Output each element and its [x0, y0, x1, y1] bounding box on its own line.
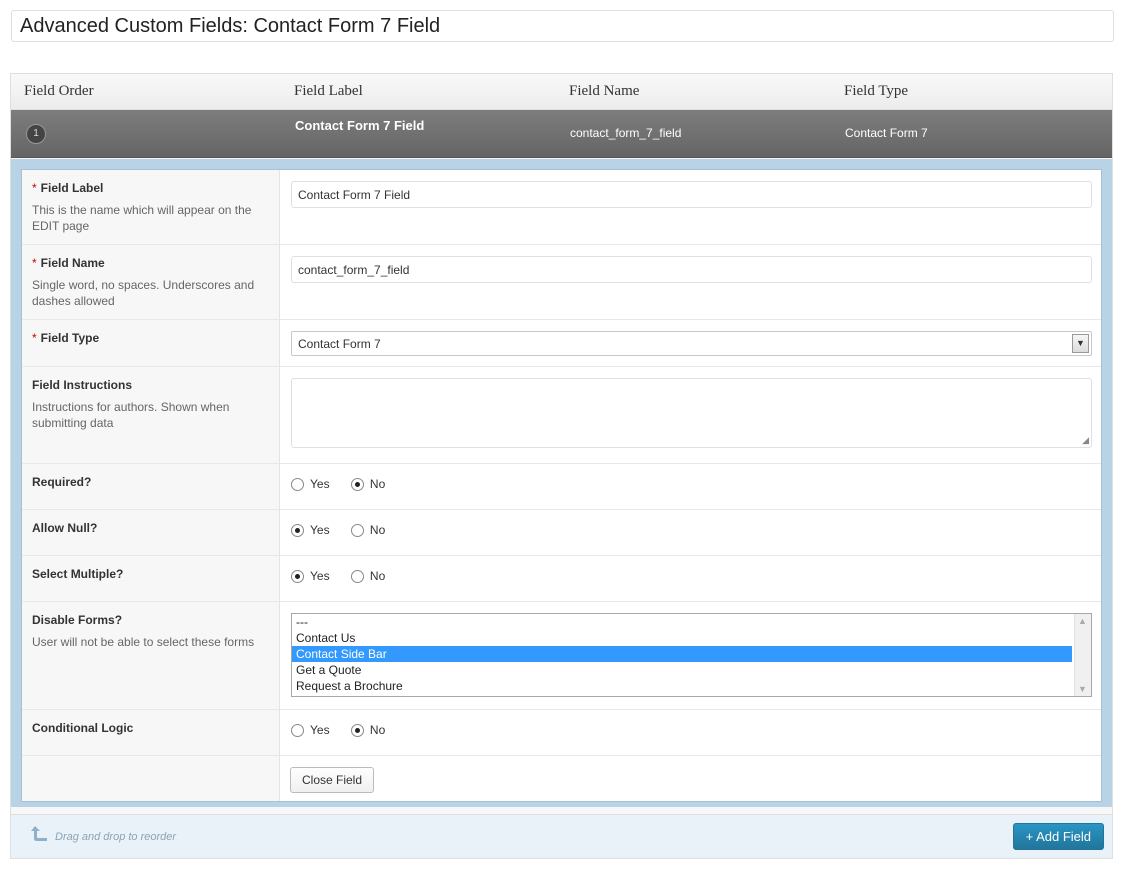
field-label-label: * Field Label: [32, 181, 104, 195]
radio-icon[interactable]: [291, 723, 304, 737]
field-instructions-textarea[interactable]: ◢: [291, 378, 1092, 448]
required-no-radio[interactable]: No: [350, 477, 385, 491]
radio-selected-icon[interactable]: [350, 723, 364, 737]
radio-icon[interactable]: [291, 477, 304, 491]
field-instructions-label: Field Instructions: [32, 378, 133, 392]
row-close: Close Field: [22, 756, 1101, 803]
row-disable-forms: Disable Forms? User will not be able to …: [22, 602, 1101, 710]
field-row-name: contact_form_7_field: [570, 126, 682, 140]
listbox-option[interactable]: Get a Quote: [292, 662, 1072, 678]
listbox-option-selected[interactable]: Contact Side Bar: [292, 646, 1072, 662]
field-row[interactable]: 1 Contact Form 7 Field contact_form_7_fi…: [11, 110, 1112, 158]
select-multiple-label: Select Multiple?: [32, 567, 124, 581]
listbox-option[interactable]: ---: [292, 614, 1072, 630]
radio-icon[interactable]: [350, 523, 364, 537]
table-header: Field Order Field Label Field Name Field…: [11, 74, 1112, 110]
row-field-label: * Field Label This is the name which will…: [22, 170, 1101, 245]
disable-forms-label: Disable Forms?: [32, 613, 123, 627]
required-label: Required?: [32, 475, 92, 489]
page-title: Advanced Custom Fields: Contact Form 7 F…: [11, 10, 1114, 42]
radio-icon[interactable]: [350, 569, 364, 583]
allow-null-yes-radio[interactable]: Yes: [291, 523, 330, 537]
conditional-logic-no-radio[interactable]: No: [350, 723, 385, 737]
listbox-scrollbar[interactable]: ▲ ▼: [1074, 614, 1091, 696]
chevron-down-icon[interactable]: ▼: [1072, 334, 1089, 353]
required-radio-group: Yes No: [291, 477, 403, 494]
field-type-label: * Field Type: [32, 331, 100, 345]
header-field-label: Field Label: [294, 83, 363, 99]
field-settings-form: * Field Label This is the name which will…: [21, 169, 1102, 802]
field-order-badge[interactable]: 1: [26, 124, 46, 144]
required-yes-radio[interactable]: Yes: [291, 477, 330, 491]
field-row-type: Contact Form 7: [845, 126, 928, 140]
disable-forms-listbox[interactable]: --- Contact Us Contact Side Bar Get a Qu…: [291, 613, 1092, 697]
row-field-instructions: Field Instructions Instructions for auth…: [22, 367, 1101, 464]
row-field-type: * Field Type Contact Form 7 ▼: [22, 320, 1101, 367]
reorder-arrow-icon: [31, 826, 47, 841]
disable-forms-description: User will not be able to select these fo…: [32, 635, 255, 649]
row-allow-null: Allow Null? Yes No: [22, 510, 1101, 556]
select-multiple-radio-group: Yes No: [291, 569, 403, 586]
radio-selected-icon[interactable]: [291, 523, 304, 537]
conditional-logic-yes-radio[interactable]: Yes: [291, 723, 330, 737]
conditional-logic-radio-group: Yes No: [291, 723, 403, 740]
field-type-select[interactable]: Contact Form 7 ▼: [291, 331, 1092, 356]
field-name-description: Single word, no spaces. Underscores and …: [32, 278, 255, 308]
field-instructions-description: Instructions for authors. Shown when sub…: [32, 400, 230, 430]
header-field-order: Field Order: [24, 83, 94, 99]
fields-panel: Field Order Field Label Field Name Field…: [10, 73, 1113, 859]
select-multiple-yes-radio[interactable]: Yes: [291, 569, 330, 583]
allow-null-label: Allow Null?: [32, 521, 98, 535]
field-label-description: This is the name which will appear on th…: [32, 203, 252, 233]
chevron-up-icon[interactable]: ▲: [1078, 616, 1087, 626]
fields-footer: Drag and drop to reorder + Add Field: [11, 814, 1112, 858]
field-label-input[interactable]: Contact Form 7 Field: [291, 181, 1092, 208]
close-field-button[interactable]: Close Field: [290, 767, 375, 793]
allow-null-no-radio[interactable]: No: [350, 523, 385, 537]
select-multiple-no-radio[interactable]: No: [350, 569, 385, 583]
required-mark: *: [32, 256, 37, 270]
field-editor: * Field Label This is the name which will…: [11, 159, 1112, 807]
drag-hint: Drag and drop to reorder: [55, 831, 177, 843]
header-field-name: Field Name: [569, 83, 640, 99]
header-field-type: Field Type: [844, 83, 909, 99]
radio-selected-icon[interactable]: [291, 569, 304, 583]
add-field-button[interactable]: + Add Field: [1012, 823, 1104, 850]
resize-grip-icon[interactable]: ◢: [1082, 435, 1089, 446]
listbox-option[interactable]: Contact Us: [292, 630, 1072, 646]
required-mark: *: [32, 181, 37, 195]
row-required: Required? Yes No: [22, 464, 1101, 510]
allow-null-radio-group: Yes No: [291, 523, 403, 540]
field-row-label[interactable]: Contact Form 7 Field: [295, 118, 424, 133]
radio-selected-icon[interactable]: [350, 477, 364, 491]
conditional-logic-label: Conditional Logic: [32, 721, 134, 735]
row-field-name: * Field Name Single word, no spaces. Unde…: [22, 245, 1101, 320]
field-name-label: * Field Name: [32, 256, 105, 270]
field-type-value: Contact Form 7: [298, 337, 381, 351]
field-name-input[interactable]: contact_form_7_field: [291, 256, 1092, 283]
required-mark: *: [32, 331, 37, 345]
row-select-multiple: Select Multiple? Yes No: [22, 556, 1101, 602]
listbox-option[interactable]: Request a Brochure: [292, 678, 1072, 694]
row-conditional-logic: Conditional Logic Yes No: [22, 710, 1101, 756]
chevron-down-icon[interactable]: ▼: [1078, 684, 1087, 694]
